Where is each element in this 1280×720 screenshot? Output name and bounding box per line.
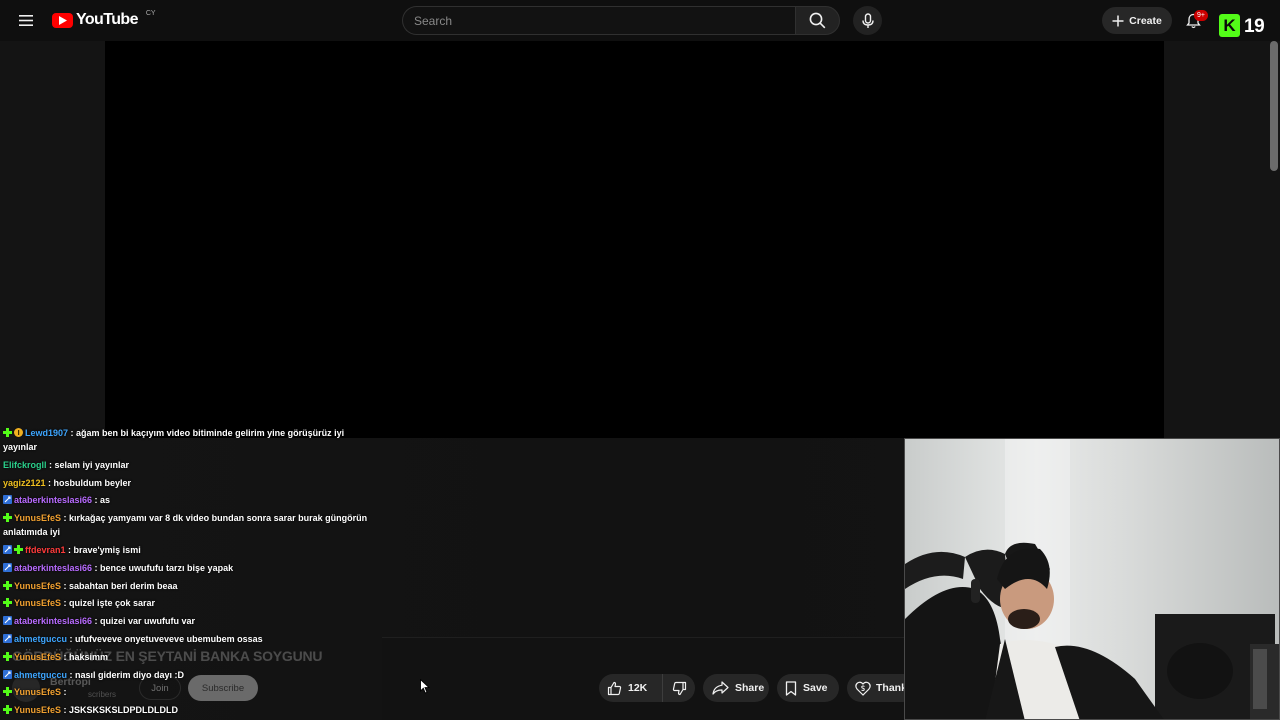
chat-message-text: : quizel işte çok sarar xyxy=(61,598,156,609)
subscriber-badge-icon xyxy=(3,686,12,697)
create-label: Create xyxy=(1129,14,1162,27)
share-icon xyxy=(712,681,729,695)
chat-message: ffdevran1 : brave'ymiş ismi xyxy=(0,543,382,557)
thumbs-up-icon xyxy=(607,681,622,695)
kick-viewer-count: 19 xyxy=(1244,16,1265,37)
chat-message-text: : sabahtan beri derim beaa xyxy=(61,580,178,591)
chat-username[interactable]: YunusEfeS xyxy=(14,581,61,591)
chat-username[interactable]: Lewd1907 xyxy=(25,428,68,438)
hamburger-icon xyxy=(19,14,33,26)
gift-badge-icon xyxy=(14,427,23,437)
voice-search-button[interactable] xyxy=(853,6,882,35)
chat-username[interactable]: ataberkinteslasi66 xyxy=(14,495,92,505)
stream-chat-overlay: Lewd1907 : ağam ben bi kaçıyım video bit… xyxy=(0,426,382,720)
subscriber-badge-icon xyxy=(3,597,12,608)
chat-message: Elifckrogll : selam iyi yayınlar xyxy=(0,458,382,472)
chat-username[interactable]: ffdevran1 xyxy=(25,545,66,555)
chat-message-text: : bence uwufufu tarzı bişe yapak xyxy=(92,562,234,573)
chat-message: yagiz2121 : hosbuldum beyler xyxy=(0,476,382,490)
subscriber-badge-icon xyxy=(3,580,12,590)
bookmark-icon xyxy=(785,680,797,696)
chat-message-text: : selam iyi yayınlar xyxy=(46,459,130,470)
moderator-badge-icon xyxy=(3,669,12,679)
play-icon xyxy=(52,12,73,28)
chat-message-text: : brave'ymiş ismi xyxy=(65,544,141,555)
chat-username[interactable]: ataberkinteslasi66 xyxy=(14,563,92,573)
chat-message-text: : ufufveveve onyetuveveve ubemubem ossas xyxy=(67,633,263,644)
chat-message: ataberkinteslasi66 : bence uwufufu tarzı… xyxy=(0,561,382,575)
like-count: 12K xyxy=(628,682,648,694)
share-label: Share xyxy=(735,682,765,694)
chat-username[interactable]: YunusEfeS xyxy=(14,513,61,523)
moderator-badge-icon xyxy=(3,633,12,643)
mouse-cursor-icon xyxy=(420,679,430,694)
search-button[interactable] xyxy=(795,6,840,35)
create-button[interactable]: Create xyxy=(1102,7,1172,34)
video-player[interactable] xyxy=(105,41,1164,438)
microphone-icon xyxy=(861,12,874,28)
kick-logo: K xyxy=(1219,14,1240,37)
save-button[interactable]: Save xyxy=(777,674,839,702)
chat-message-text: : xyxy=(61,687,67,698)
chat-message: ahmetguccu : ufufveveve onyetuveveve ube… xyxy=(0,632,382,646)
chat-message: YunusEfeS : sabahtan beri derim beaa xyxy=(0,579,382,593)
search-icon xyxy=(809,12,826,29)
chat-message: YunusEfeS : haksimm xyxy=(0,650,382,664)
notification-count-badge: 9+ xyxy=(1194,10,1208,21)
chat-message: Lewd1907 : ağam ben bi kaçıyım video bit… xyxy=(0,426,382,454)
chat-username[interactable]: YunusEfeS xyxy=(14,705,61,715)
like-button[interactable]: 12K xyxy=(599,674,663,702)
video-actions: 12K Share Save Thanks xyxy=(599,674,917,702)
chat-message-text: : as xyxy=(92,495,111,506)
chat-message: ataberkinteslasi66 : as xyxy=(0,493,382,507)
heart-dollar-icon xyxy=(855,681,871,696)
logo-wordmark: YouTube xyxy=(76,11,138,28)
streamer-webcam-image xyxy=(905,439,1279,719)
chat-message-text: : JSKSKSKSLDPDLDLDLD xyxy=(61,705,179,716)
chat-message-text: : haksimm xyxy=(61,651,109,662)
youtube-logo[interactable]: YouTube CY xyxy=(52,9,156,31)
country-code: CY xyxy=(145,9,156,17)
chat-username[interactable]: YunusEfeS xyxy=(14,687,61,697)
moderator-badge-icon xyxy=(3,494,12,505)
like-dislike-group: 12K xyxy=(599,674,695,702)
chat-message: YunusEfeS : xyxy=(0,685,382,699)
chat-username[interactable]: ahmetguccu xyxy=(14,634,67,644)
dislike-button[interactable] xyxy=(663,674,695,702)
chat-message-text: : quizei var uwufufu var xyxy=(92,616,196,627)
chat-message-text: : nasıl giderim diyo dayı :D xyxy=(67,669,185,680)
chat-username[interactable]: ataberkinteslasi66 xyxy=(14,616,92,626)
chat-message: YunusEfeS : kırkağaç yamyamı var 8 dk vi… xyxy=(0,511,382,539)
masthead: YouTube CY Create xyxy=(0,0,1280,41)
chat-message: ahmetguccu : nasıl giderim diyo dayı :D xyxy=(0,668,382,682)
chat-message: ataberkinteslasi66 : quizei var uwufufu … xyxy=(0,614,382,628)
chat-username[interactable]: YunusEfeS xyxy=(14,652,61,662)
subscriber-badge-icon xyxy=(3,427,12,437)
moderator-badge-icon xyxy=(3,615,12,626)
chat-username[interactable]: yagiz2121 xyxy=(3,478,46,488)
moderator-badge-icon xyxy=(3,562,12,572)
chat-message: YunusEfeS : JSKSKSKSLDPDLDLDLD xyxy=(0,703,382,717)
subscriber-badge-icon xyxy=(14,544,23,554)
share-button[interactable]: Share xyxy=(703,674,769,702)
chat-message: YunusEfeS : quizel işte çok sarar xyxy=(0,596,382,610)
plus-icon xyxy=(1112,15,1124,26)
subscriber-badge-icon xyxy=(3,704,12,715)
search-input[interactable] xyxy=(414,13,795,28)
subscriber-badge-icon xyxy=(3,651,12,661)
screen: YouTube CY Create xyxy=(0,0,1280,720)
moderator-badge-icon xyxy=(3,544,12,554)
save-label: Save xyxy=(803,682,828,694)
chat-username[interactable]: Elifckrogll xyxy=(3,460,47,470)
guide-menu-button[interactable] xyxy=(12,6,40,34)
chat-username[interactable]: ahmetguccu xyxy=(14,670,67,680)
chat-username[interactable]: YunusEfeS xyxy=(14,598,61,608)
page-scrollbar[interactable] xyxy=(1270,41,1278,171)
thumbs-down-icon xyxy=(672,681,686,695)
chat-message-text: : hosbuldum beyler xyxy=(45,477,132,488)
webcam-feed xyxy=(904,438,1280,720)
subscriber-badge-icon xyxy=(3,512,12,523)
search-box[interactable] xyxy=(402,6,795,35)
